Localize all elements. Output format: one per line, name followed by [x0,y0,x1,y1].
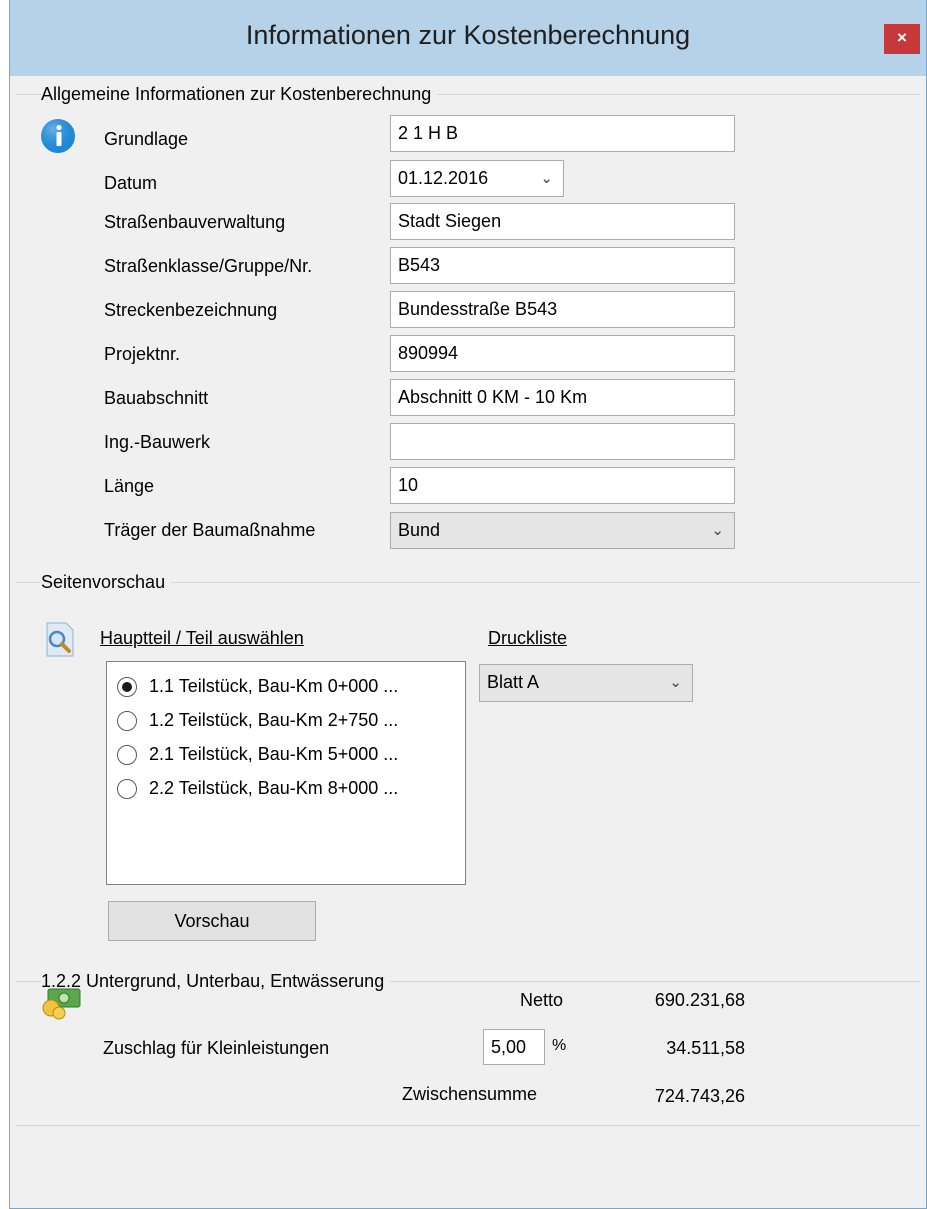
streckenbezeichnung-input[interactable]: Bundesstraße B543 [390,291,735,328]
magnifier-icon [44,622,76,663]
ing-bauwerk-input[interactable] [390,423,735,460]
surcharge-value: 34.511,58 [666,1038,745,1058]
projektnr-input[interactable]: 890994 [390,335,735,372]
dialog-window: Informationen zur Kostenberechnung × All… [9,0,927,1209]
subtotal-value: 724.743,26 [654,1086,745,1106]
traeger-label: Träger der Baumaßnahme [104,520,316,540]
strassenklasse-input[interactable]: B543 [390,247,735,284]
select-part-link[interactable]: Hauptteil / Teil auswählen [100,628,304,649]
radio-button[interactable] [117,745,137,765]
streckenbezeichnung-label: Streckenbezeichnung [104,300,278,320]
chevron-down-icon: ⌄ [669,674,682,691]
print-list-select[interactable]: Blatt A ⌄ [479,664,693,702]
radio-button[interactable] [117,677,137,697]
bauabschnitt-label: Bauabschnitt [104,388,209,408]
money-icon [40,986,82,1025]
strassenbauverwaltung-label: Straßenbauverwaltung [104,212,286,232]
chevron-down-icon: ⌄ [711,522,724,539]
print-list-label: Druckliste [488,628,568,648]
window-title: Informationen zur Kostenberechnung [245,20,691,50]
ing-bauwerk-label: Ing.-Bauwerk [104,432,211,452]
traeger-value: Bund [398,520,441,540]
percent-sign: % [552,1037,567,1054]
surcharge-percent-input[interactable]: 5,00 [483,1029,545,1065]
netto-value: 690.231,68 [654,990,745,1010]
info-icon [40,118,76,159]
close-button[interactable]: × [884,24,920,54]
radio-button[interactable] [117,779,137,799]
title-bar[interactable]: Informationen zur Kostenberechnung × [10,0,926,76]
subtotal-label: Zwischensumme [402,1084,538,1104]
bauabschnitt-input[interactable]: Abschnitt 0 KM - 10 Km [390,379,735,416]
grundlage-label: Grundlage [104,129,189,149]
costs-group-title: 1.2.2 Untergrund, Unterbau, Entwässerung [41,971,391,992]
datum-value: 01.12.2016 [398,168,489,188]
netto-label: Netto [520,990,564,1010]
surcharge-label: Zuschlag für Kleinleistungen [103,1038,330,1058]
part-list[interactable]: 1.1 Teilstück, Bau-Km 0+000 ... 1.2 Teil… [106,661,466,885]
strassenbauverwaltung-input[interactable]: Stadt Siegen [390,203,735,240]
chevron-down-icon: ⌄ [540,170,553,187]
general-group-title: Allgemeine Informationen zur Kostenberec… [41,84,438,105]
costs-group-bottom [16,1125,920,1126]
grundlage-input[interactable]: 2 1 H B [390,115,735,152]
laenge-input[interactable]: 10 [390,467,735,504]
radio-button[interactable] [117,711,137,731]
preview-group-title: Seitenvorschau [41,572,172,593]
projektnr-label: Projektnr. [104,344,181,364]
laenge-label: Länge [104,476,155,496]
datum-label: Datum [104,173,158,193]
print-list-value: Blatt A [487,672,540,692]
preview-button[interactable]: Vorschau [108,901,316,941]
traeger-select[interactable]: Bund ⌄ [390,512,735,549]
strassenklasse-label: Straßenklasse/Gruppe/Nr. [104,256,313,276]
datum-picker[interactable]: 01.12.2016 ⌄ [390,160,564,197]
